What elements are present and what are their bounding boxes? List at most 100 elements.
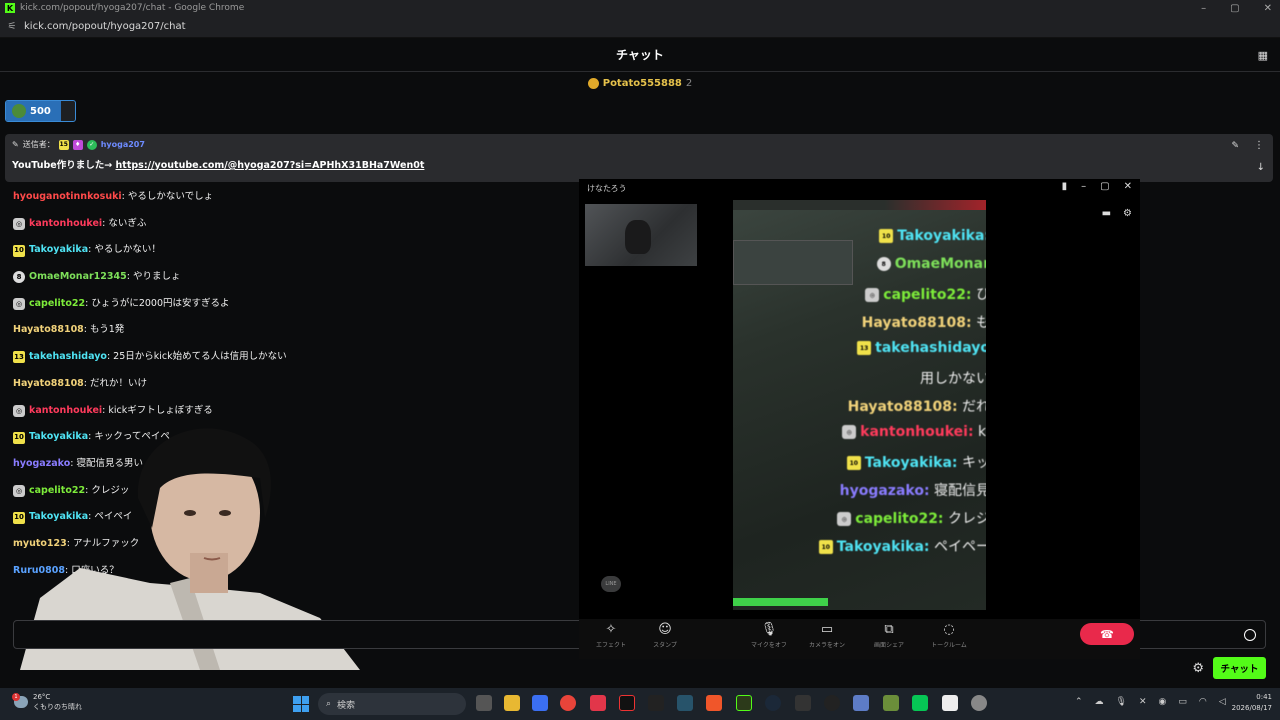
file-explorer-icon[interactable] — [504, 695, 520, 711]
gift-leaderboard[interactable]: Potato555888 2 — [0, 74, 1280, 92]
pinned-sender-label: 送信者： — [22, 140, 55, 149]
windows-start-icon[interactable] — [293, 696, 309, 712]
call-settings-icon[interactable]: ⚙ — [1123, 208, 1132, 219]
video-chat-text: ひ — [975, 287, 986, 303]
gift-leader-name: Potato555888 — [602, 77, 682, 89]
subscriber-badge: 8 — [13, 271, 25, 284]
video-chat-user: Takoyakika: — [864, 455, 958, 471]
chat-message: ◎ capelito22: ひょうがに2000円は安すぎるよ — [13, 291, 573, 318]
user-avatar-badge-icon: ◎ — [865, 288, 880, 302]
subscriber-badge: 10 — [818, 540, 833, 554]
search-icon: ⌕ — [326, 699, 332, 709]
end-call-button[interactable]: ☎ — [1080, 623, 1134, 645]
task-view-icon[interactable] — [476, 695, 492, 711]
chat-username[interactable]: Hayato88108 — [13, 371, 84, 398]
call-tool-icon: ⧉ — [884, 622, 894, 637]
app-star-icon[interactable] — [853, 695, 869, 711]
video-chat-text: ペイペー — [929, 539, 986, 555]
brave-icon[interactable] — [706, 695, 722, 711]
line-app-icon[interactable] — [912, 695, 928, 711]
site-settings-icon[interactable]: ⚟ — [0, 21, 24, 32]
page-title: チャット — [616, 48, 664, 62]
app-red-icon[interactable] — [590, 695, 606, 711]
chat-username[interactable]: OmaeMonar12345 — [29, 264, 127, 291]
call-toolbar-button[interactable]: ▭ カメラをオン — [805, 622, 849, 649]
chat-username[interactable]: Takoyakika — [29, 237, 88, 264]
unpin-icon[interactable]: ✎ — [1231, 141, 1239, 151]
emoji-icon[interactable] — [1244, 629, 1256, 641]
call-toolbar-button[interactable]: 🎙 マイクをオフ — [747, 622, 791, 649]
address-bar[interactable]: ⚟ kick.com/popout/hyoga207/chat — [0, 16, 1280, 38]
chevron-down-icon[interactable]: ↓ — [1257, 162, 1265, 173]
kick-app-icon[interactable] — [736, 695, 752, 711]
weather-widget[interactable]: 1 26°C くもりのち晴れ — [12, 692, 82, 712]
chat-settings-gear-icon[interactable]: ⚙ — [1192, 661, 1204, 676]
pinned-link[interactable]: https://youtube.com/@hyoga207?si=APHhX31… — [116, 160, 425, 171]
video-chat-text: ki — [977, 424, 986, 440]
call-toolbar-button[interactable]: ⧉ 画面シェア — [867, 622, 911, 649]
kick-logo-icon: K — [5, 3, 15, 13]
call-close-button[interactable]: ✕ — [1124, 181, 1132, 192]
clock[interactable]: 0:41 2026/08/17 — [1232, 692, 1272, 714]
pinned-text: YouTube作りました→ https://youtube.com/@hyoga… — [12, 157, 1266, 171]
search-placeholder: 検索 — [337, 700, 356, 711]
video-chat-line: hyogazako: 寝配信見 — [840, 480, 986, 500]
app-dark-icon[interactable] — [648, 695, 664, 711]
video-chat-line: ◎ capelito22: クレジ — [837, 508, 986, 528]
window-controls: – ▢ ✕ — [1201, 0, 1272, 16]
tiktok-icon[interactable] — [619, 695, 635, 711]
self-video-thumbnail[interactable] — [585, 204, 697, 266]
tray-mic-icon[interactable]: 🎙 — [1116, 697, 1127, 707]
video-chat-text: クレジ — [943, 511, 986, 527]
pin-window-icon[interactable]: ▮ — [1062, 181, 1068, 192]
app-white-icon[interactable] — [942, 695, 958, 711]
call-tool-label: エフェクト — [595, 642, 626, 649]
users-icon[interactable]: ▦ — [1258, 49, 1268, 62]
points-icon — [12, 104, 26, 118]
layout-icon[interactable]: ▬ — [1102, 208, 1111, 219]
tray-cloud-icon[interactable]: ☁ — [1095, 697, 1104, 707]
more-options-icon[interactable]: ⋮ — [1254, 140, 1264, 151]
tray-display-icon[interactable]: ▭ — [1178, 697, 1187, 707]
gift-coin-icon — [587, 77, 599, 89]
chat-username[interactable]: kantonhoukei — [29, 211, 102, 238]
settings-app-icon[interactable] — [971, 695, 987, 711]
tray-wifi-icon[interactable]: ◠ — [1199, 697, 1207, 707]
minimize-button[interactable]: – — [1201, 3, 1206, 14]
chrome-icon[interactable] — [560, 695, 576, 711]
tray-volume-icon[interactable]: ◁ — [1219, 697, 1226, 707]
chat-username[interactable]: Hayato88108 — [13, 317, 84, 344]
app-blue-icon[interactable] — [532, 695, 548, 711]
video-chat-text: だれ — [961, 399, 986, 415]
close-button[interactable]: ✕ — [1264, 3, 1272, 14]
tray-chevron-icon[interactable]: ⌃ — [1075, 697, 1083, 707]
tray-app-icon[interactable]: ◉ — [1159, 697, 1167, 707]
chat-username[interactable]: takehashidayo — [29, 344, 107, 371]
tray-bluetooth-icon[interactable]: ✕ — [1139, 697, 1147, 707]
system-tray: ⌃ ☁ 🎙 ✕ ◉ ▭ ◠ ◁ — [1075, 697, 1226, 707]
call-toolbar-button[interactable]: ✧ エフェクト — [589, 622, 633, 649]
chat-username[interactable]: capelito22 — [29, 291, 85, 318]
maximize-button[interactable]: ▢ — [1230, 3, 1239, 14]
url-text[interactable]: kick.com/popout/hyoga207/chat — [24, 21, 186, 32]
steam-icon[interactable] — [765, 695, 781, 711]
app-teal-icon[interactable] — [677, 695, 693, 711]
call-minimize-button[interactable]: – — [1081, 181, 1086, 192]
video-chat-user: Takoyakika: — [836, 539, 930, 555]
app-gray-icon[interactable] — [795, 695, 811, 711]
minecraft-icon[interactable] — [883, 695, 899, 711]
call-toolbar-button[interactable]: ☺ スタンプ — [643, 622, 687, 649]
taskbar-search[interactable]: ⌕ 検索 — [318, 693, 466, 715]
channel-points[interactable]: 500 — [5, 100, 76, 122]
chat-username[interactable]: hyouganotinnkosuki — [13, 184, 122, 211]
send-chat-button[interactable]: チャット — [1213, 657, 1266, 679]
call-maximize-button[interactable]: ▢ — [1100, 181, 1109, 192]
pinned-user[interactable]: hyoga207 — [101, 140, 145, 149]
call-tool-icon: ◌ — [943, 622, 955, 637]
call-toolbar-button[interactable]: ◌ トークルーム — [927, 622, 971, 649]
chat-message: 8 OmaeMonar12345: やりましょ — [13, 264, 573, 291]
chat-text: : ひょうがに2000円は安すぎるよ — [85, 297, 230, 309]
obs-icon[interactable] — [824, 695, 840, 711]
chat-message: 10 Takoyakika: やるしかない！ — [13, 237, 573, 264]
subscriber-badge: 10 — [13, 244, 25, 257]
